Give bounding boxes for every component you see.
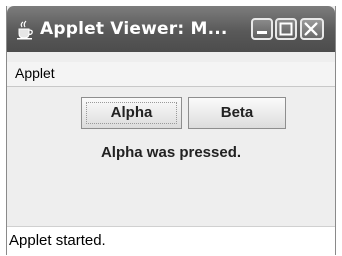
menu-applet[interactable]: Applet [15,65,55,81]
window-title: Applet Viewer: M... [40,19,228,39]
status-bar: Applet started. [7,226,335,256]
minimize-icon [257,31,267,34]
menu-bar: Applet [7,62,335,87]
beta-button[interactable]: Beta [188,97,286,129]
title-bar[interactable]: Applet Viewer: M... [7,6,335,52]
java-cup-icon [16,20,34,40]
close-button[interactable] [300,18,324,40]
beta-button-label: Beta [220,104,254,121]
maximize-button[interactable] [275,18,297,40]
applet-viewer-window: Applet Viewer: M... Applet Alpha Beta Al… [6,6,336,256]
status-message: Alpha was pressed. [100,144,242,161]
applet-panel: Alpha Beta Alpha was pressed. [7,87,335,231]
maximize-icon [279,22,293,36]
minimize-button[interactable] [251,18,273,40]
close-icon [304,22,318,36]
status-text: Applet started. [9,232,106,249]
alpha-button-label: Alpha [110,104,153,121]
alpha-button[interactable]: Alpha [81,97,182,129]
